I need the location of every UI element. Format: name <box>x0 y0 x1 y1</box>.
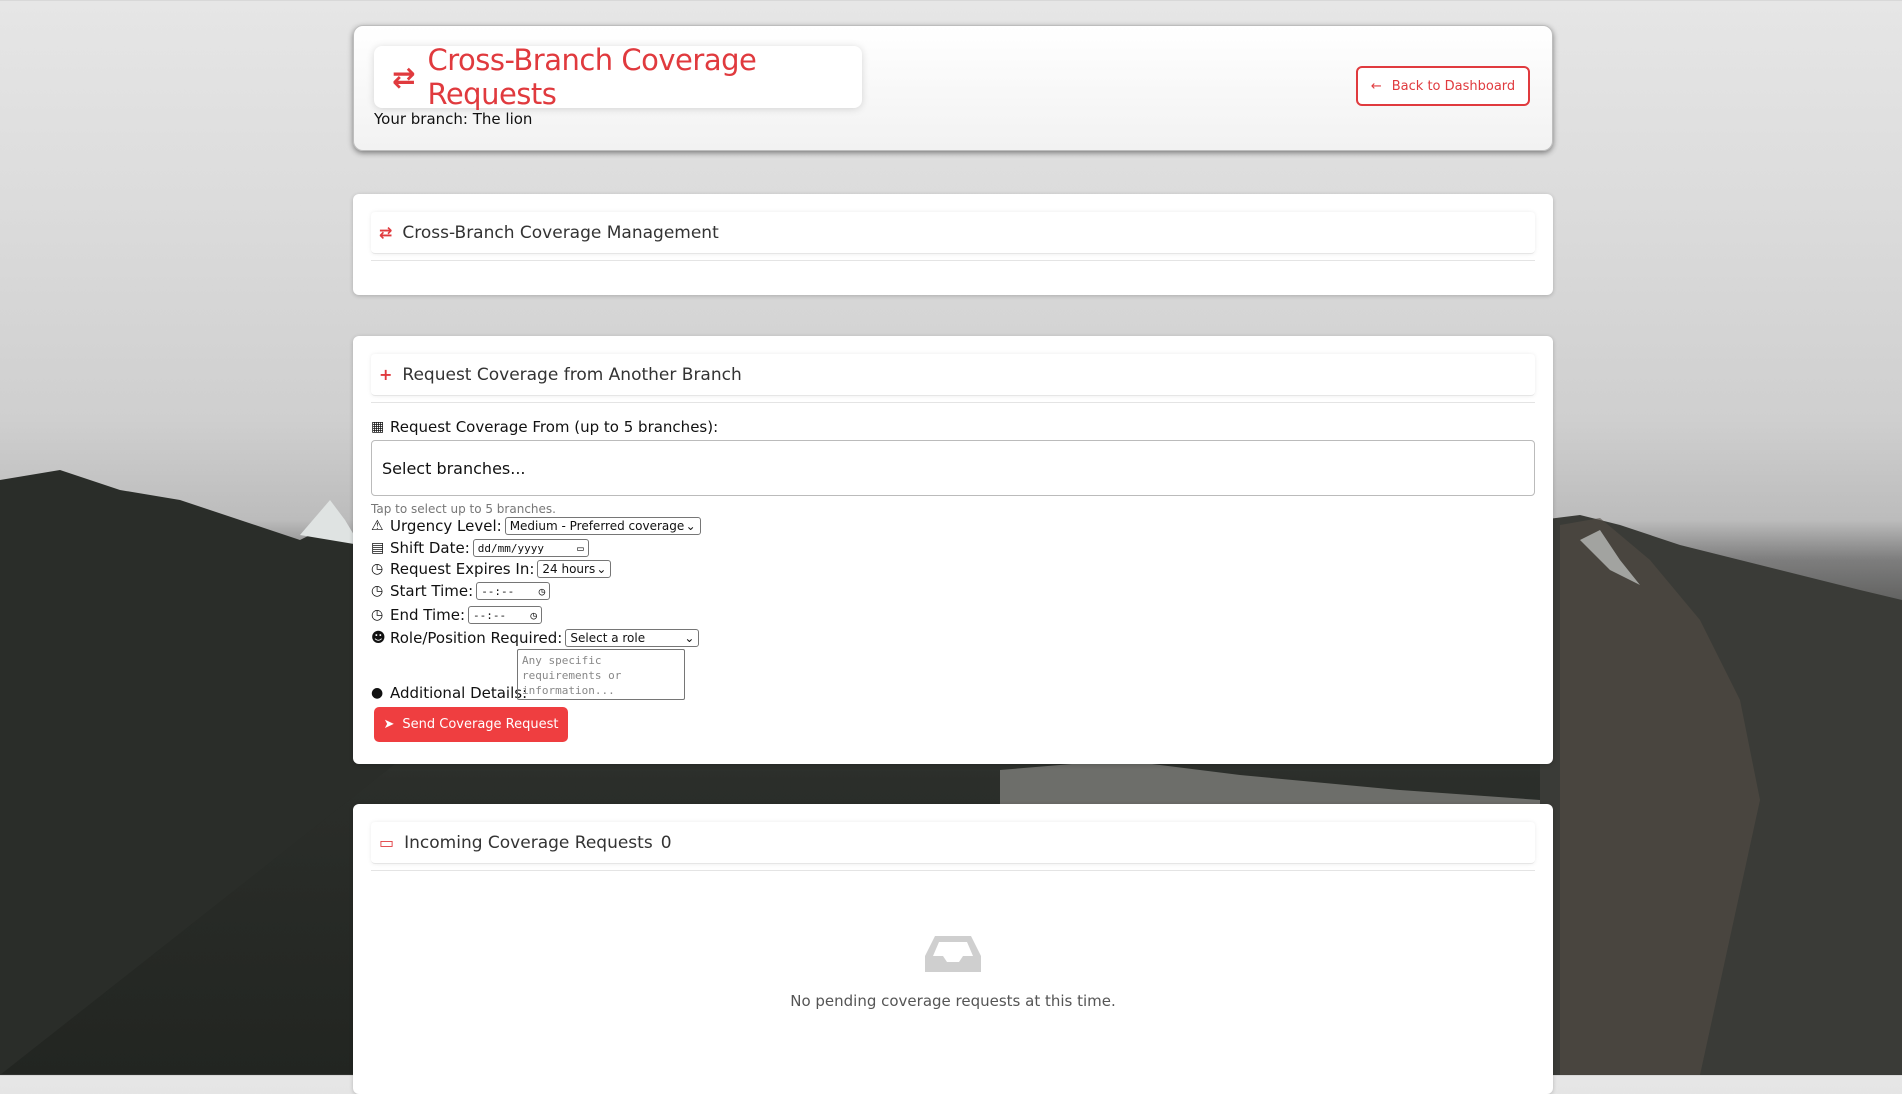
empty-inbox-icon <box>925 936 981 972</box>
divider <box>371 402 1535 403</box>
urgency-row: ⚠ Urgency Level: Medium - Preferred cove… <box>371 517 701 535</box>
role-select[interactable]: Select a role ⌄ <box>565 629 700 647</box>
management-title: Cross-Branch Coverage Management <box>402 222 719 243</box>
shift-date-value: dd/mm/yyyy <box>477 541 545 555</box>
calendar-icon: ▤ <box>371 540 385 556</box>
send-button-label: Send Coverage Request <box>402 717 559 732</box>
details-textarea[interactable]: Any specific requirements or information… <box>517 649 685 700</box>
details-label: Additional Details: <box>390 684 528 702</box>
branches-hint: Tap to select up to 5 branches. <box>371 502 556 516</box>
arrow-left-icon: ← <box>1370 78 1382 94</box>
expires-row: ◷ Request Expires In: 24 hours ⌄ <box>371 560 612 578</box>
paper-plane-icon: ➤ <box>383 717 395 732</box>
details-row: ● Additional Details: <box>371 684 527 702</box>
branch-info: Your branch: The lion <box>374 110 533 128</box>
back-button-label: Back to Dashboard <box>1391 78 1516 94</box>
expires-select[interactable]: 24 hours ⌄ <box>537 560 612 578</box>
shift-date-label: Shift Date: <box>390 539 470 557</box>
empty-state-text: No pending coverage requests at this tim… <box>790 992 1116 1010</box>
send-coverage-request-button[interactable]: ➤ Send Coverage Request <box>374 707 568 742</box>
exchange-icon: ⇄ <box>392 60 416 94</box>
urgency-value: Medium - Preferred coverage <box>509 519 685 533</box>
clock-icon: ◷ <box>371 561 384 577</box>
start-time-input[interactable]: --:-- ◷ <box>476 582 551 600</box>
divider <box>371 870 1535 871</box>
shift-date-input[interactable]: dd/mm/yyyy ▭ <box>472 539 589 557</box>
incoming-requests-header[interactable]: ▭ Incoming Coverage Requests 0 <box>371 822 1535 864</box>
end-time-value: --:-- <box>473 608 507 622</box>
user-cog-icon: ☻ <box>371 630 386 646</box>
end-time-row: ◷ End Time: --:-- ◷ <box>371 606 543 624</box>
shift-date-row: ▤ Shift Date: dd/mm/yyyy ▭ <box>371 539 589 557</box>
chevron-down-icon: ⌄ <box>685 519 696 533</box>
request-form-header[interactable]: + Request Coverage from Another Branch <box>371 354 1535 396</box>
chevron-down-icon: ⌄ <box>596 562 607 576</box>
clock-picker-icon: ◷ <box>538 584 546 598</box>
end-time-input[interactable]: --:-- ◷ <box>468 606 543 624</box>
incoming-requests-card: ▭ Incoming Coverage Requests 0 No pendin… <box>353 804 1553 1094</box>
building-icon: ▦ <box>371 419 385 435</box>
start-time-value: --:-- <box>481 584 515 598</box>
request-form-title: Request Coverage from Another Branch <box>402 364 742 385</box>
branch-multiselect[interactable]: Select branches... <box>371 440 1535 496</box>
management-card: ⇄ Cross-Branch Coverage Management <box>353 194 1553 295</box>
branch-select-placeholder: Select branches... <box>382 458 526 478</box>
exchange-icon: ⇄ <box>379 223 393 242</box>
calendar-picker-icon: ▭ <box>577 541 584 555</box>
expires-value: 24 hours <box>542 562 596 576</box>
end-time-label: End Time: <box>390 606 466 624</box>
start-time-row: ◷ Start Time: --:-- ◷ <box>371 582 551 600</box>
comment-icon: ● <box>371 685 384 701</box>
request-form-card: + Request Coverage from Another Branch ▦… <box>353 336 1553 764</box>
plus-icon: + <box>379 365 393 384</box>
back-to-dashboard-button[interactable]: ← Back to Dashboard <box>1356 66 1530 106</box>
branches-label-text: Request Coverage From (up to 5 branches)… <box>390 418 719 436</box>
clock-icon: ◷ <box>371 607 384 623</box>
clock-picker-icon: ◷ <box>530 608 538 622</box>
role-value: Select a role <box>570 631 646 645</box>
role-label: Role/Position Required: <box>390 629 563 647</box>
clock-icon: ◷ <box>371 583 384 599</box>
start-time-label: Start Time: <box>390 582 474 600</box>
incoming-title: Incoming Coverage Requests <box>404 832 653 853</box>
warning-icon: ⚠ <box>371 518 384 534</box>
urgency-select[interactable]: Medium - Preferred coverage ⌄ <box>504 517 701 535</box>
title-box: ⇄ Cross-Branch Coverage Requests <box>374 43 862 111</box>
chevron-down-icon: ⌄ <box>684 631 695 645</box>
divider <box>371 260 1535 261</box>
management-header[interactable]: ⇄ Cross-Branch Coverage Management <box>371 212 1535 254</box>
urgency-label: Urgency Level: <box>390 517 502 535</box>
expires-label: Request Expires In: <box>390 560 535 578</box>
role-row: ☻ Role/Position Required: Select a role … <box>371 629 700 647</box>
page-header: ⇄ Cross-Branch Coverage Requests Your br… <box>353 25 1553 151</box>
incoming-count: 0 <box>660 832 672 853</box>
page-title: Cross-Branch Coverage Requests <box>427 43 757 111</box>
branches-label: ▦ Request Coverage From (up to 5 branche… <box>371 418 718 436</box>
inbox-icon: ▭ <box>379 833 395 852</box>
